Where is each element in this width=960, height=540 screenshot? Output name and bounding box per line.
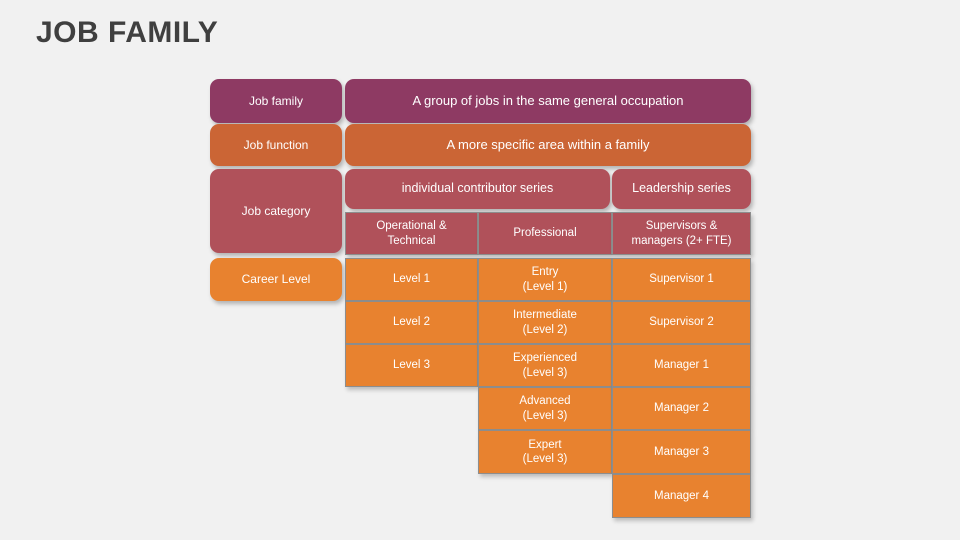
career-level-cell-supervisors-managers-4[interactable]: Manager 2 — [612, 387, 751, 430]
career-level-cell-supervisors-managers-1[interactable]: Supervisor 1 — [612, 258, 751, 301]
cell-line-1: Level 3 — [392, 359, 431, 372]
cell-line-1: Manager 2 — [654, 402, 709, 415]
cell-line-1: Entry — [531, 266, 559, 279]
career-level-cell-operational-technical-2[interactable]: Level 2 — [345, 301, 478, 344]
career-level-cell-supervisors-managers-5[interactable]: Manager 3 — [612, 430, 751, 474]
job-category-subcategory-operational-technical[interactable]: Operational & Technical — [345, 212, 478, 255]
cell-line-2: (Level 1) — [522, 280, 568, 293]
cell-line-1: Advanced — [519, 395, 571, 408]
career-level-cell-operational-technical-3[interactable]: Level 3 — [345, 344, 478, 387]
career-level-cell-professional-5[interactable]: Expert (Level 3) — [478, 430, 612, 474]
subcategory-line-1: Operational & — [376, 220, 447, 233]
cell-line-1: Intermediate — [513, 309, 577, 322]
row-label-job-category[interactable]: Job category — [210, 169, 342, 253]
career-level-cell-operational-technical-1[interactable]: Level 1 — [345, 258, 478, 301]
job-category-series-individual-contributor[interactable]: individual contributor series — [345, 169, 610, 209]
cell-line-1: Level 2 — [392, 316, 431, 329]
career-level-cell-professional-4[interactable]: Advanced (Level 3) — [478, 387, 612, 430]
row-label-career-level[interactable]: Career Level — [210, 258, 342, 301]
subcategory-line-2: Technical — [387, 234, 436, 247]
cell-line-2: (Level 3) — [522, 366, 568, 379]
career-level-cell-professional-2[interactable]: Intermediate (Level 2) — [478, 301, 612, 344]
career-level-cell-professional-3[interactable]: Experienced (Level 3) — [478, 344, 612, 387]
career-level-cell-supervisors-managers-2[interactable]: Supervisor 2 — [612, 301, 751, 344]
subcategory-line-1: Supervisors & — [645, 220, 718, 233]
career-level-cell-supervisors-managers-3[interactable]: Manager 1 — [612, 344, 751, 387]
cell-line-1: Manager 3 — [654, 445, 709, 458]
cell-line-1: Manager 1 — [654, 359, 709, 372]
cell-line-1: Experienced — [513, 352, 577, 365]
cell-line-1: Expert — [528, 438, 562, 451]
cell-line-1: Level 1 — [392, 273, 431, 286]
job-category-subcategory-professional[interactable]: Professional — [478, 212, 612, 255]
row-description-job-function[interactable]: A more specific area within a family — [345, 124, 751, 166]
subcategory-line-1: Professional — [513, 227, 577, 240]
job-family-diagram: Job family A group of jobs in the same g… — [0, 0, 960, 540]
cell-line-1: Supervisor 1 — [649, 273, 714, 286]
job-category-subcategory-supervisors-managers[interactable]: Supervisors & managers (2+ FTE) — [612, 212, 751, 255]
row-label-job-family[interactable]: Job family — [210, 79, 342, 123]
career-level-cell-professional-1[interactable]: Entry (Level 1) — [478, 258, 612, 301]
career-level-cell-supervisors-managers-6[interactable]: Manager 4 — [612, 474, 751, 518]
job-category-series-leadership[interactable]: Leadership series — [612, 169, 751, 209]
cell-line-2: (Level 3) — [522, 453, 568, 465]
cell-line-2: (Level 3) — [522, 409, 568, 422]
cell-line-1: Manager 4 — [654, 489, 709, 502]
subcategory-line-2: managers (2+ FTE) — [631, 234, 732, 247]
cell-line-1: Supervisor 2 — [649, 316, 714, 329]
row-description-job-family[interactable]: A group of jobs in the same general occu… — [345, 79, 751, 123]
cell-line-2: (Level 2) — [522, 323, 568, 336]
row-label-job-function[interactable]: Job function — [210, 124, 342, 166]
